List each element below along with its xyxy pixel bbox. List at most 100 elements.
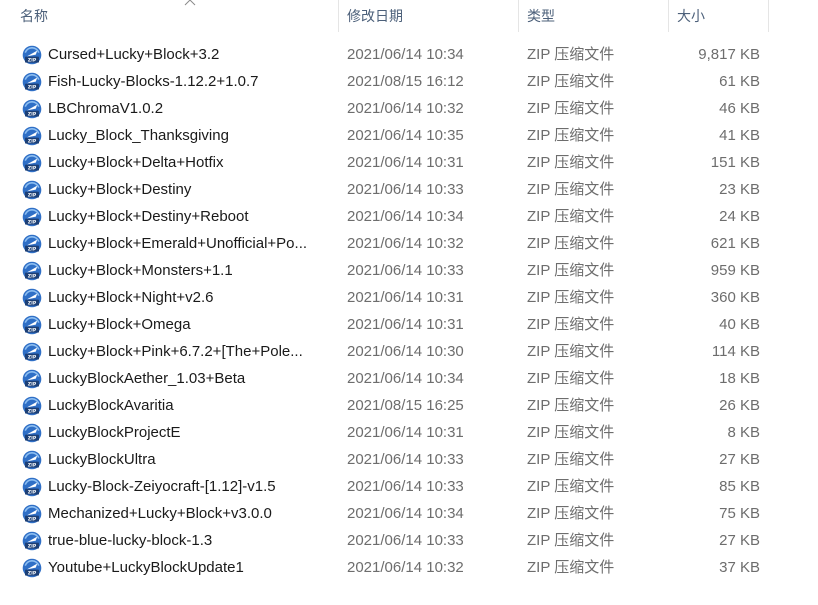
file-modified-date: 2021/06/14 10:34 <box>347 46 464 63</box>
file-row[interactable]: ZIP Lucky+Block+Monsters+1.1 2021/06/14 … <box>0 257 818 284</box>
file-row[interactable]: ZIP LuckyBlockAvaritia 2021/08/15 16:25 … <box>0 392 818 419</box>
file-name: Cursed+Lucky+Block+3.2 <box>48 46 220 63</box>
file-explorer: 名称 修改日期 类型 大小 ZIP Cursed+Lucky+Block+3.2 <box>0 0 818 605</box>
file-type: ZIP 压缩文件 <box>527 451 615 468</box>
column-header-date[interactable]: 修改日期 <box>339 0 519 32</box>
column-separator[interactable] <box>768 0 769 32</box>
file-type: ZIP 压缩文件 <box>527 100 615 117</box>
file-size: 18 KB <box>719 370 760 387</box>
file-row[interactable]: ZIP Lucky+Block+Omega 2021/06/14 10:31 Z… <box>0 311 818 338</box>
file-size: 27 KB <box>719 532 760 549</box>
file-type: ZIP 压缩文件 <box>527 370 615 387</box>
file-name: Lucky-Block-Zeiyocraft-[1.12]-v1.5 <box>48 478 276 495</box>
svg-text:ZIP: ZIP <box>28 489 37 495</box>
file-row[interactable]: ZIP LuckyBlockAether_1.03+Beta 2021/06/1… <box>0 365 818 392</box>
column-header-name-label: 名称 <box>20 8 48 24</box>
file-size: 46 KB <box>719 100 760 117</box>
file-row[interactable]: ZIP LuckyBlockProjectE 2021/06/14 10:31 … <box>0 419 818 446</box>
file-row[interactable]: ZIP Lucky+Block+Destiny+Reboot 2021/06/1… <box>0 203 818 230</box>
file-modified-date: 2021/06/14 10:33 <box>347 181 464 198</box>
zip-archive-icon: ZIP <box>22 531 42 551</box>
file-modified-date: 2021/06/14 10:34 <box>347 505 464 522</box>
zip-archive-icon: ZIP <box>22 315 42 335</box>
file-row[interactable]: ZIP Lucky+Block+Emerald+Unofficial+Po...… <box>0 230 818 257</box>
file-row[interactable]: ZIP true-blue-lucky-block-1.3 2021/06/14… <box>0 527 818 554</box>
file-name: LuckyBlockAvaritia <box>48 397 174 414</box>
file-name: Lucky+Block+Pink+6.7.2+[The+Pole... <box>48 343 303 360</box>
file-type: ZIP 压缩文件 <box>527 397 615 414</box>
zip-archive-icon: ZIP <box>22 180 42 200</box>
file-size: 24 KB <box>719 208 760 225</box>
file-type: ZIP 压缩文件 <box>527 505 615 522</box>
file-modified-date: 2021/06/14 10:32 <box>347 235 464 252</box>
file-row[interactable]: ZIP Fish-Lucky-Blocks-1.12.2+1.0.7 2021/… <box>0 68 818 95</box>
file-type: ZIP 压缩文件 <box>527 532 615 549</box>
file-modified-date: 2021/06/14 10:33 <box>347 451 464 468</box>
file-size: 151 KB <box>710 154 760 171</box>
file-size: 27 KB <box>719 451 760 468</box>
file-row[interactable]: ZIP Lucky_Block_Thanksgiving 2021/06/14 … <box>0 122 818 149</box>
zip-archive-icon: ZIP <box>22 450 42 470</box>
file-type: ZIP 压缩文件 <box>527 478 615 495</box>
file-row[interactable]: ZIP Lucky+Block+Destiny 2021/06/14 10:33… <box>0 176 818 203</box>
zip-archive-icon: ZIP <box>22 288 42 308</box>
file-row[interactable]: ZIP Lucky-Block-Zeiyocraft-[1.12]-v1.5 2… <box>0 473 818 500</box>
file-row[interactable]: ZIP LuckyBlockUltra 2021/06/14 10:33 ZIP… <box>0 446 818 473</box>
file-row[interactable]: ZIP LBChromaV1.0.2 2021/06/14 10:32 ZIP … <box>0 95 818 122</box>
svg-text:ZIP: ZIP <box>28 570 37 576</box>
svg-text:ZIP: ZIP <box>28 543 37 549</box>
svg-text:ZIP: ZIP <box>28 246 37 252</box>
file-type: ZIP 压缩文件 <box>527 235 615 252</box>
file-size: 23 KB <box>719 181 760 198</box>
svg-text:ZIP: ZIP <box>28 516 37 522</box>
zip-archive-icon: ZIP <box>22 207 42 227</box>
file-row[interactable]: ZIP Lucky+Block+Delta+Hotfix 2021/06/14 … <box>0 149 818 176</box>
file-size: 26 KB <box>719 397 760 414</box>
column-header-size[interactable]: 大小 <box>669 0 769 32</box>
svg-text:ZIP: ZIP <box>28 327 37 333</box>
file-modified-date: 2021/06/14 10:34 <box>347 370 464 387</box>
file-modified-date: 2021/06/14 10:30 <box>347 343 464 360</box>
file-name: Lucky+Block+Night+v2.6 <box>48 289 214 306</box>
file-type: ZIP 压缩文件 <box>527 559 615 576</box>
file-size: 621 KB <box>710 235 760 252</box>
svg-text:ZIP: ZIP <box>28 300 37 306</box>
file-modified-date: 2021/06/14 10:31 <box>347 289 464 306</box>
file-row[interactable]: ZIP Mechanized+Lucky+Block+v3.0.0 2021/0… <box>0 500 818 527</box>
zip-archive-icon: ZIP <box>22 234 42 254</box>
file-type: ZIP 压缩文件 <box>527 316 615 333</box>
zip-archive-icon: ZIP <box>22 72 42 92</box>
column-header-name[interactable]: 名称 <box>12 0 339 32</box>
svg-text:ZIP: ZIP <box>28 381 37 387</box>
svg-text:ZIP: ZIP <box>28 219 37 225</box>
zip-archive-icon: ZIP <box>22 396 42 416</box>
column-header-type[interactable]: 类型 <box>519 0 669 32</box>
svg-text:ZIP: ZIP <box>28 57 37 63</box>
file-modified-date: 2021/06/14 10:35 <box>347 127 464 144</box>
file-type: ZIP 压缩文件 <box>527 73 615 90</box>
svg-text:ZIP: ZIP <box>28 408 37 414</box>
column-header-type-label: 类型 <box>527 8 555 24</box>
file-size: 9,817 KB <box>698 46 760 63</box>
file-row[interactable]: ZIP Lucky+Block+Night+v2.6 2021/06/14 10… <box>0 284 818 311</box>
file-modified-date: 2021/06/14 10:33 <box>347 262 464 279</box>
file-modified-date: 2021/06/14 10:32 <box>347 559 464 576</box>
file-size: 61 KB <box>719 73 760 90</box>
column-header-bar: 名称 修改日期 类型 大小 <box>0 0 818 32</box>
file-row[interactable]: ZIP Youtube+LuckyBlockUpdate1 2021/06/14… <box>0 554 818 581</box>
file-size: 959 KB <box>710 262 760 279</box>
file-row[interactable]: ZIP Cursed+Lucky+Block+3.2 2021/06/14 10… <box>0 41 818 68</box>
file-row[interactable]: ZIP Lucky+Block+Pink+6.7.2+[The+Pole... … <box>0 338 818 365</box>
file-modified-date: 2021/06/14 10:31 <box>347 154 464 171</box>
svg-text:ZIP: ZIP <box>28 462 37 468</box>
file-name: LuckyBlockAether_1.03+Beta <box>48 370 246 387</box>
file-size: 8 KB <box>727 424 760 441</box>
file-name: Lucky+Block+Monsters+1.1 <box>48 262 233 279</box>
zip-archive-icon: ZIP <box>22 342 42 362</box>
file-size: 37 KB <box>719 559 760 576</box>
file-modified-date: 2021/08/15 16:25 <box>347 397 464 414</box>
svg-text:ZIP: ZIP <box>28 354 37 360</box>
zip-archive-icon: ZIP <box>22 477 42 497</box>
file-size: 40 KB <box>719 316 760 333</box>
svg-text:ZIP: ZIP <box>28 138 37 144</box>
